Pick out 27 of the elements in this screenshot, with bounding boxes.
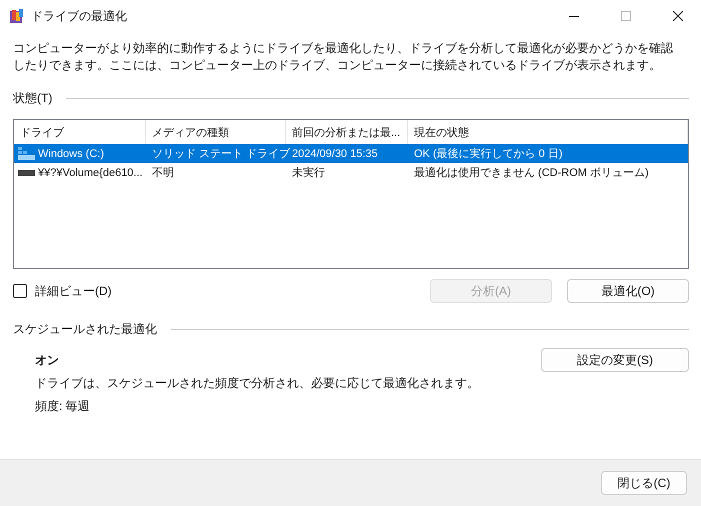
- section-label: 状態(T): [13, 90, 52, 107]
- table-cell: Windows (C:): [38, 148, 104, 160]
- table-cell-text: OK (最後に実行してから 0 日): [414, 146, 563, 161]
- detail-view-checkbox[interactable]: [13, 284, 27, 298]
- action-button[interactable]: 最適化(O): [567, 279, 689, 303]
- checkbox-label: 詳細ビュー(D): [35, 282, 112, 300]
- table-cell-text: 最適化は使用できません (CD-ROM ボリューム): [414, 166, 649, 180]
- table-cell: ¥¥?¥Volume{de610...: [38, 166, 143, 178]
- close-icon: [673, 11, 683, 21]
- table-cell-text: ソリッド ステート ドライブ: [152, 146, 290, 161]
- schedule-state: オン: [35, 352, 60, 369]
- drive-icon: [18, 147, 35, 160]
- drive-row[interactable]: Windows (C:) ソリッド ステート ドライブ 2024/09/30 15:35 OK (最後に実行してから 0 日): [14, 144, 688, 163]
- frequency-text: 頻度: 毎週: [35, 398, 91, 415]
- maximize-icon: [621, 11, 631, 21]
- app-icon: [9, 8, 25, 24]
- table-cell-text: 不明: [152, 166, 174, 180]
- window-title: ドライブの最適化: [31, 8, 128, 24]
- table-cell-text: 未実行: [292, 166, 325, 180]
- drive-icon: [18, 170, 35, 176]
- change-settings-button[interactable]: 設定の変更(S): [541, 348, 689, 372]
- drive-row[interactable]: ¥¥?¥Volume{de610... 不明 未実行 最適化は使用できません (CD-ROM ボリューム): [14, 163, 688, 182]
- schedule-description: ドライブは、スケジュールされた頻度で分析され、必要に応じて最適化されます。: [35, 375, 480, 392]
- close-dialog-button[interactable]: 閉じる(C): [601, 471, 687, 495]
- description-text: コンピューターがより効率的に動作するようにドライブを最適化したり、ドライブを分析して最適化が必要かどうかを確認したりできます。ここには、コンピューター上のドライブ、コンピューターに接続されているドライブが表示されます。: [13, 40, 674, 74]
- table-cell: 2024/09/30 15:35: [292, 148, 378, 160]
- section-label: スケジュールされた最適化: [13, 321, 157, 338]
